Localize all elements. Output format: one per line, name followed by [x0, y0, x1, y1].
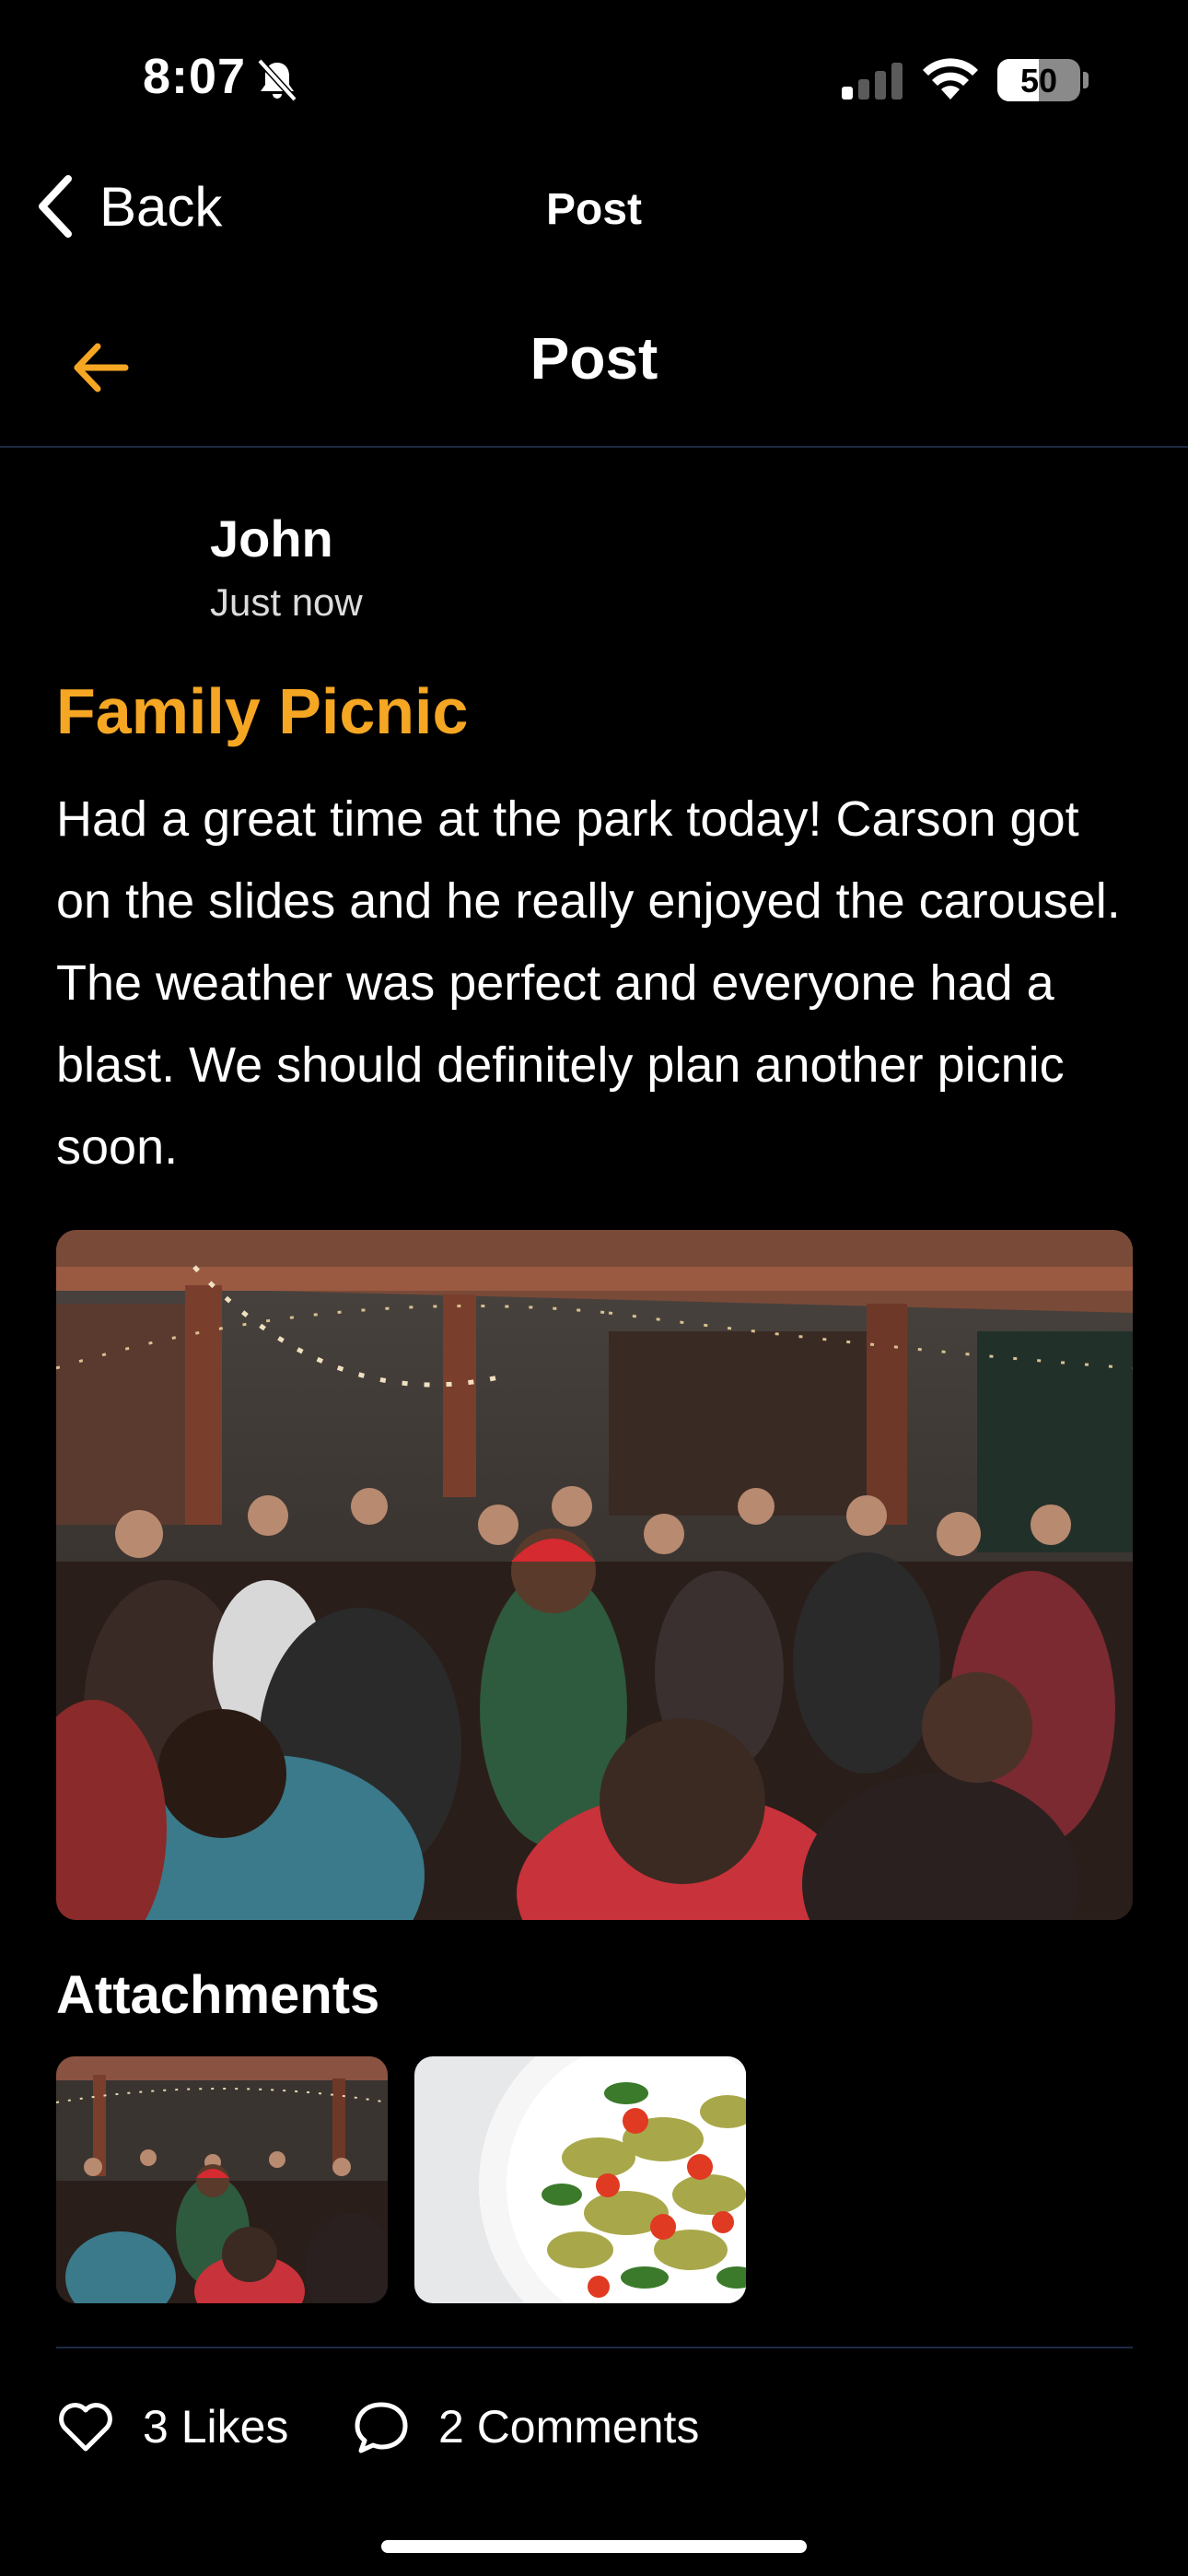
comment-bubble-icon [355, 2402, 408, 2453]
system-nav-title: Post [545, 185, 642, 234]
heart-icon [59, 2403, 112, 2452]
status-bar: 8:07 50 [0, 0, 1188, 157]
battery-icon: 50 [997, 59, 1080, 101]
attachments-title: Attachments [56, 1965, 380, 2025]
post-screen: 8:07 50 Back Post Post John Just now Fam… [0, 0, 1188, 2576]
battery-nub [1083, 72, 1089, 88]
attachment-thumbnail-1[interactable] [56, 2056, 388, 2303]
comments-button[interactable]: 2 Comments [352, 2392, 699, 2462]
post-title: Family Picnic [56, 675, 469, 747]
status-time: 8:07 [143, 49, 247, 104]
page-title: Post [530, 325, 658, 392]
battery-level: 50 [1019, 62, 1058, 100]
bell-slash-icon [257, 58, 297, 102]
likes-count: 3 Likes [143, 2401, 289, 2453]
cellular-signal-icon [842, 63, 903, 100]
like-button[interactable]: 3 Likes [56, 2392, 288, 2462]
home-indicator[interactable] [381, 2540, 807, 2553]
system-nav-bar: Back Post [0, 157, 1188, 258]
wifi-icon [923, 58, 978, 100]
comments-count: 2 Comments [438, 2401, 700, 2453]
post-body: Had a great time at the park today! Cars… [56, 791, 1121, 1175]
post-main-photo[interactable] [56, 1230, 1133, 1920]
actions-divider [56, 2347, 1133, 2348]
app-header: Post [0, 304, 1188, 448]
attachment-thumbnail-2[interactable] [414, 2056, 746, 2303]
author-name[interactable]: John [210, 509, 333, 568]
post-timestamp: Just now [210, 580, 363, 624]
